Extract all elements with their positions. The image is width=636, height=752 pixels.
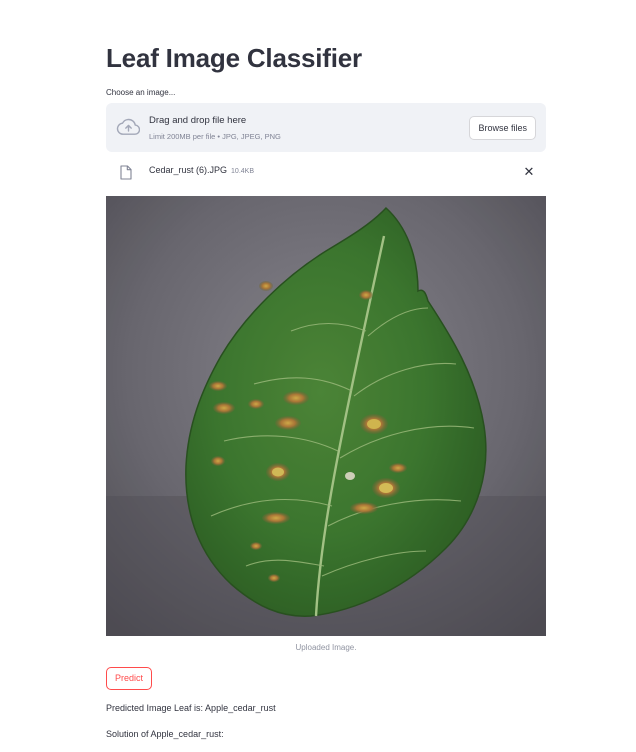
file-name-text: Cedar_rust (6).JPG	[149, 165, 228, 175]
browse-files-button[interactable]: Browse files	[469, 116, 536, 140]
predict-button[interactable]: Predict	[106, 667, 152, 690]
uploader-label: Choose an image...	[106, 88, 176, 97]
file-dropzone[interactable]: Drag and drop file here Limit 200MB per …	[106, 103, 546, 152]
dropzone-limit: Limit 200MB per file • JPG, JPEG, PNG	[149, 132, 281, 141]
close-icon[interactable]: ✕	[522, 165, 536, 179]
uploaded-leaf-image	[106, 196, 546, 636]
page: Leaf Image Classifier Choose an image...…	[0, 0, 636, 752]
dropzone-instructions: Drag and drop file here	[149, 115, 247, 126]
prediction-result: Predicted Image Leaf is: Apple_cedar_rus…	[106, 703, 276, 713]
file-size: 10.4KB	[231, 168, 254, 175]
uploaded-file-row: Cedar_rust (6).JPG 10.4KB ✕	[106, 158, 546, 186]
uploaded-file-name: Cedar_rust (6).JPG 10.4KB	[149, 165, 254, 175]
page-title: Leaf Image Classifier	[106, 43, 362, 73]
cloud-upload-icon	[116, 118, 140, 135]
image-caption: Uploaded Image.	[295, 643, 357, 652]
file-icon	[120, 165, 132, 180]
solution-heading: Solution of Apple_cedar_rust:	[106, 729, 224, 739]
